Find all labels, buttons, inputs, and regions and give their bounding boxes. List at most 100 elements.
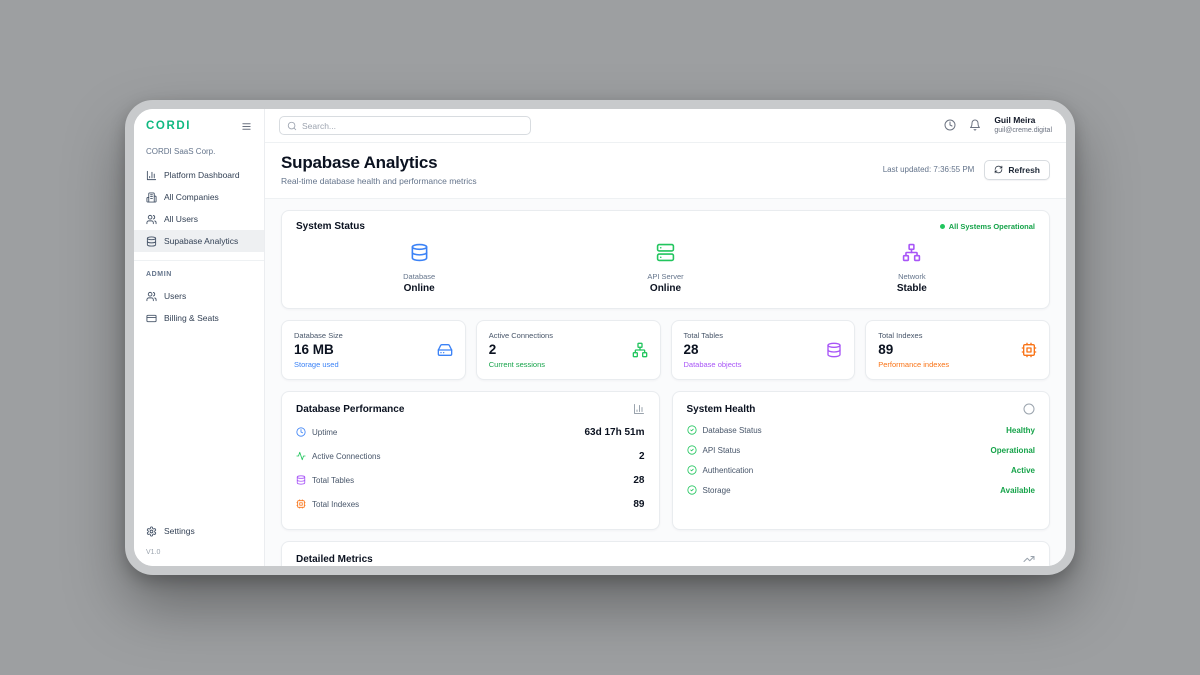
system-health-card: System Health Database Status Healthy AP… <box>672 391 1051 530</box>
stat-value: 28 <box>684 342 742 357</box>
building-icon <box>146 192 157 203</box>
system-status-card: System Status All Systems Operational Da… <box>281 210 1050 309</box>
perf-row-label: Uptime <box>312 428 337 437</box>
stat-label: Active Connections <box>489 331 553 340</box>
sidebar-item-billing-seats[interactable]: Billing & Seats <box>134 307 264 329</box>
perf-row-label: Active Connections <box>312 452 380 461</box>
database-icon <box>146 236 157 247</box>
perf-row-uptime: Uptime 63d 17h 51m <box>296 420 645 444</box>
stat-sub: Current sessions <box>489 360 553 369</box>
perf-row-total-tables: Total Tables 28 <box>296 468 645 492</box>
status-item-label: Network <box>789 272 1035 281</box>
content-area: System Status All Systems Operational Da… <box>265 199 1066 566</box>
trending-up-icon <box>1023 553 1035 565</box>
circle-icon <box>1023 403 1035 415</box>
stat-value: 2 <box>489 342 553 357</box>
health-row-value: Operational <box>991 446 1035 455</box>
check-circle-icon <box>687 445 697 455</box>
sidebar-item-label: Settings <box>164 526 195 536</box>
database-performance-card: Database Performance Uptime 63d 17h 51m … <box>281 391 660 530</box>
status-item-value: Stable <box>789 283 1035 294</box>
search-box[interactable] <box>279 116 531 135</box>
users-icon <box>146 214 157 225</box>
stat-sub: Database objects <box>684 360 742 369</box>
database-icon <box>826 342 842 358</box>
database-icon <box>296 475 306 485</box>
stat-label: Total Indexes <box>878 331 949 340</box>
status-item-value: Online <box>542 283 788 294</box>
health-row-api-status: API Status Operational <box>687 440 1036 460</box>
perf-row-label: Total Tables <box>312 476 354 485</box>
sidebar-item-label: Billing & Seats <box>164 313 219 323</box>
status-item-database: Database Online <box>296 243 542 294</box>
hamburger-menu-icon[interactable] <box>241 121 252 132</box>
stat-value: 89 <box>878 342 949 357</box>
main-area: Guil Meira guil@creme.digital Supabase A… <box>265 109 1066 566</box>
database-icon <box>410 243 429 262</box>
health-row-database-status: Database Status Healthy <box>687 420 1036 440</box>
stat-sub: Storage used <box>294 360 343 369</box>
clock-icon[interactable] <box>944 119 956 131</box>
admin-section-label: ADMIN <box>146 271 252 278</box>
clock-icon <box>296 427 306 437</box>
stat-card-active-connections: Active Connections 2 Current sessions <box>476 320 661 380</box>
check-circle-icon <box>687 465 697 475</box>
page-subtitle: Real-time database health and performanc… <box>281 176 477 186</box>
health-row-value: Healthy <box>1006 426 1035 435</box>
sidebar-item-label: Platform Dashboard <box>164 170 240 180</box>
status-badge: All Systems Operational <box>940 222 1035 231</box>
topbar: Guil Meira guil@creme.digital <box>265 109 1066 143</box>
perf-row-active-connections: Active Connections 2 <box>296 444 645 468</box>
sidebar-item-users[interactable]: Users <box>134 285 264 307</box>
stat-card-total-indexes: Total Indexes 89 Performance indexes <box>865 320 1050 380</box>
sidebar-item-label: All Companies <box>164 192 219 202</box>
user-name: Guil Meira <box>994 115 1052 126</box>
health-row-value: Active <box>1011 466 1035 475</box>
bar-chart-icon <box>146 170 157 181</box>
page-title: Supabase Analytics <box>281 153 477 173</box>
sidebar-item-all-companies[interactable]: All Companies <box>134 186 264 208</box>
sidebar-admin-nav: Users Billing & Seats <box>134 285 264 329</box>
org-name: CORDI SaaS Corp. <box>146 147 252 156</box>
bell-icon[interactable] <box>969 119 981 131</box>
system-health-title: System Health <box>687 404 756 415</box>
stat-label: Total Tables <box>684 331 742 340</box>
perf-row-value: 63d 17h 51m <box>584 427 644 438</box>
users-icon <box>146 291 157 302</box>
network-icon <box>632 342 648 358</box>
sidebar-item-platform-dashboard[interactable]: Platform Dashboard <box>134 164 264 186</box>
sidebar-item-label: Supabase Analytics <box>164 236 238 246</box>
system-status-title: System Status <box>296 221 365 232</box>
status-item-label: Database <box>296 272 542 281</box>
perf-row-value: 2 <box>639 451 645 462</box>
sidebar-item-supabase-analytics[interactable]: Supabase Analytics <box>134 230 264 252</box>
stat-label: Database Size <box>294 331 343 340</box>
search-icon <box>287 121 297 131</box>
cpu-icon <box>296 499 306 509</box>
sidebar-item-settings[interactable]: Settings <box>134 520 264 542</box>
perf-row-label: Total Indexes <box>312 500 359 509</box>
user-email: guil@creme.digital <box>994 126 1052 135</box>
health-row-storage: Storage Available <box>687 480 1036 500</box>
hard-drive-icon <box>437 342 453 358</box>
credit-card-icon <box>146 313 157 324</box>
health-row-label: Storage <box>703 486 731 495</box>
sidebar-nav: Platform Dashboard All Companies All Use… <box>134 164 264 252</box>
mid-panels: Database Performance Uptime 63d 17h 51m … <box>281 391 1050 530</box>
last-updated: Last updated: 7:36:55 PM <box>883 165 975 174</box>
bar-chart-icon <box>633 403 645 415</box>
sidebar-divider <box>134 260 264 261</box>
sidebar-item-label: All Users <box>164 214 198 224</box>
search-input[interactable] <box>302 121 523 131</box>
refresh-button[interactable]: Refresh <box>984 160 1050 180</box>
sidebar-item-all-users[interactable]: All Users <box>134 208 264 230</box>
status-item-network: Network Stable <box>789 243 1035 294</box>
status-dot-icon <box>940 224 945 229</box>
detailed-metrics-card: Detailed Metrics Database Information Da… <box>281 541 1050 566</box>
app-logo: CORDI <box>146 120 191 132</box>
perf-row-value: 28 <box>633 475 644 486</box>
status-item-value: Online <box>296 283 542 294</box>
activity-icon <box>296 451 306 461</box>
gear-icon <box>146 526 157 537</box>
user-menu[interactable]: Guil Meira guil@creme.digital <box>994 115 1052 135</box>
